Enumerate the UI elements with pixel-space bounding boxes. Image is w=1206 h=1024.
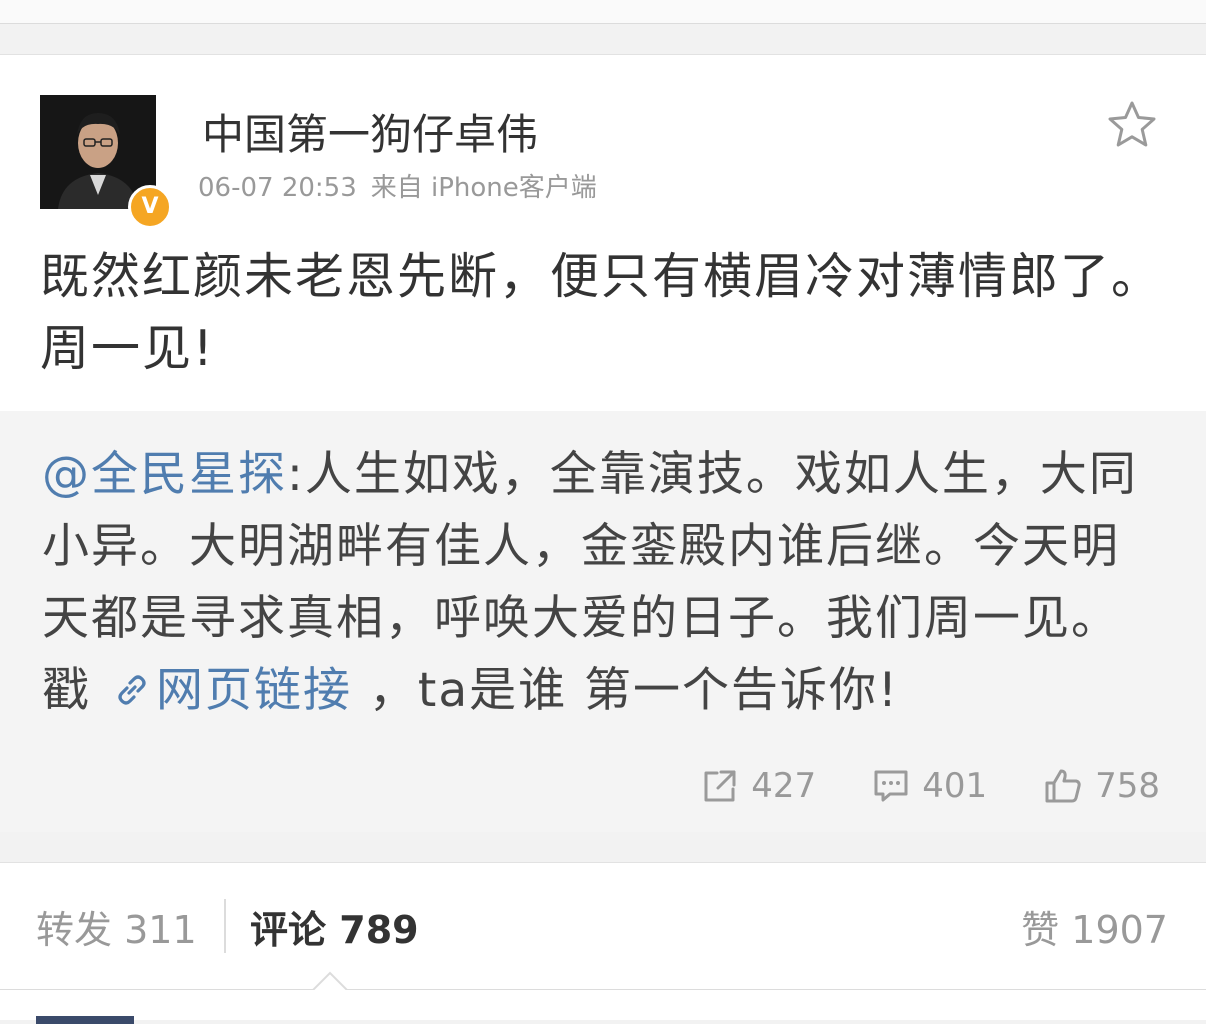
post-tabs: 转发 311 评论 789 赞 1907 — [0, 862, 1206, 991]
tab-reposts-label: 转发 — [36, 908, 113, 952]
like-action[interactable]: 758 — [1043, 766, 1160, 806]
tab-comments-label: 评论 — [250, 908, 327, 952]
post-time: 06-07 20:53 — [198, 173, 357, 203]
tab-reposts[interactable]: 转发 311 — [36, 899, 197, 954]
previous-card-edge — [0, 0, 1206, 54]
tab-comments-count: 789 — [339, 908, 419, 952]
thumbs-up-icon — [1045, 769, 1081, 803]
repost-text: @全民星探:人生如戏，全靠演技。戏如人生，大同小异。大明湖畔有佳人，金銮殿内谁后… — [42, 439, 1166, 727]
web-link[interactable]: 网页链接 — [108, 663, 352, 718]
repost-action[interactable]: 427 — [701, 766, 816, 806]
link-icon — [118, 675, 146, 705]
tab-divider — [224, 899, 226, 953]
post-author-name[interactable]: 中国第一狗仔卓伟 — [202, 101, 538, 162]
reposted-content[interactable]: @全民星探:人生如戏，全靠演技。戏如人生，大同小异。大明湖畔有佳人，金銮殿内谁后… — [0, 411, 1206, 832]
card-divider — [0, 0, 1206, 24]
comment-count: 401 — [922, 766, 988, 806]
web-link-label[interactable]: 网页链接 — [156, 663, 352, 718]
tab-likes[interactable]: 赞 1907 — [1021, 899, 1168, 954]
mention-link[interactable]: @全民星探 — [42, 447, 287, 502]
post-text: 既然红颜未老恩先断，便只有横眉冷对薄情郎了。周一见! — [40, 248, 1163, 377]
repost-tail: ，ta是谁 第一个告诉你! — [351, 663, 899, 718]
tab-likes-label: 赞 — [1021, 908, 1060, 952]
active-tab-indicator — [312, 971, 348, 991]
like-count: 758 — [1095, 766, 1160, 806]
comment-action[interactable]: 401 — [872, 766, 987, 806]
comment-list — [0, 990, 1206, 1024]
tab-likes-count: 1907 — [1071, 908, 1168, 952]
share-icon — [704, 770, 736, 802]
weibo-post-card: V 中国第一狗仔卓伟 06-07 20:53 来自 iPhone客户端 既然红颜未… — [0, 54, 1206, 832]
tab-comments[interactable]: 评论 789 — [250, 899, 419, 954]
avatar[interactable] — [36, 1016, 134, 1024]
star-icon[interactable] — [1104, 97, 1160, 153]
verified-badge-icon: V — [128, 185, 172, 229]
post-source: 来自 iPhone客户端 — [370, 173, 597, 203]
post-meta: 06-07 20:53 来自 iPhone客户端 — [198, 167, 597, 204]
repost-actions: 427 401 758 — [701, 761, 1160, 811]
tab-reposts-count: 311 — [124, 908, 197, 952]
comment-icon — [874, 770, 908, 802]
repost-count: 427 — [751, 766, 817, 806]
